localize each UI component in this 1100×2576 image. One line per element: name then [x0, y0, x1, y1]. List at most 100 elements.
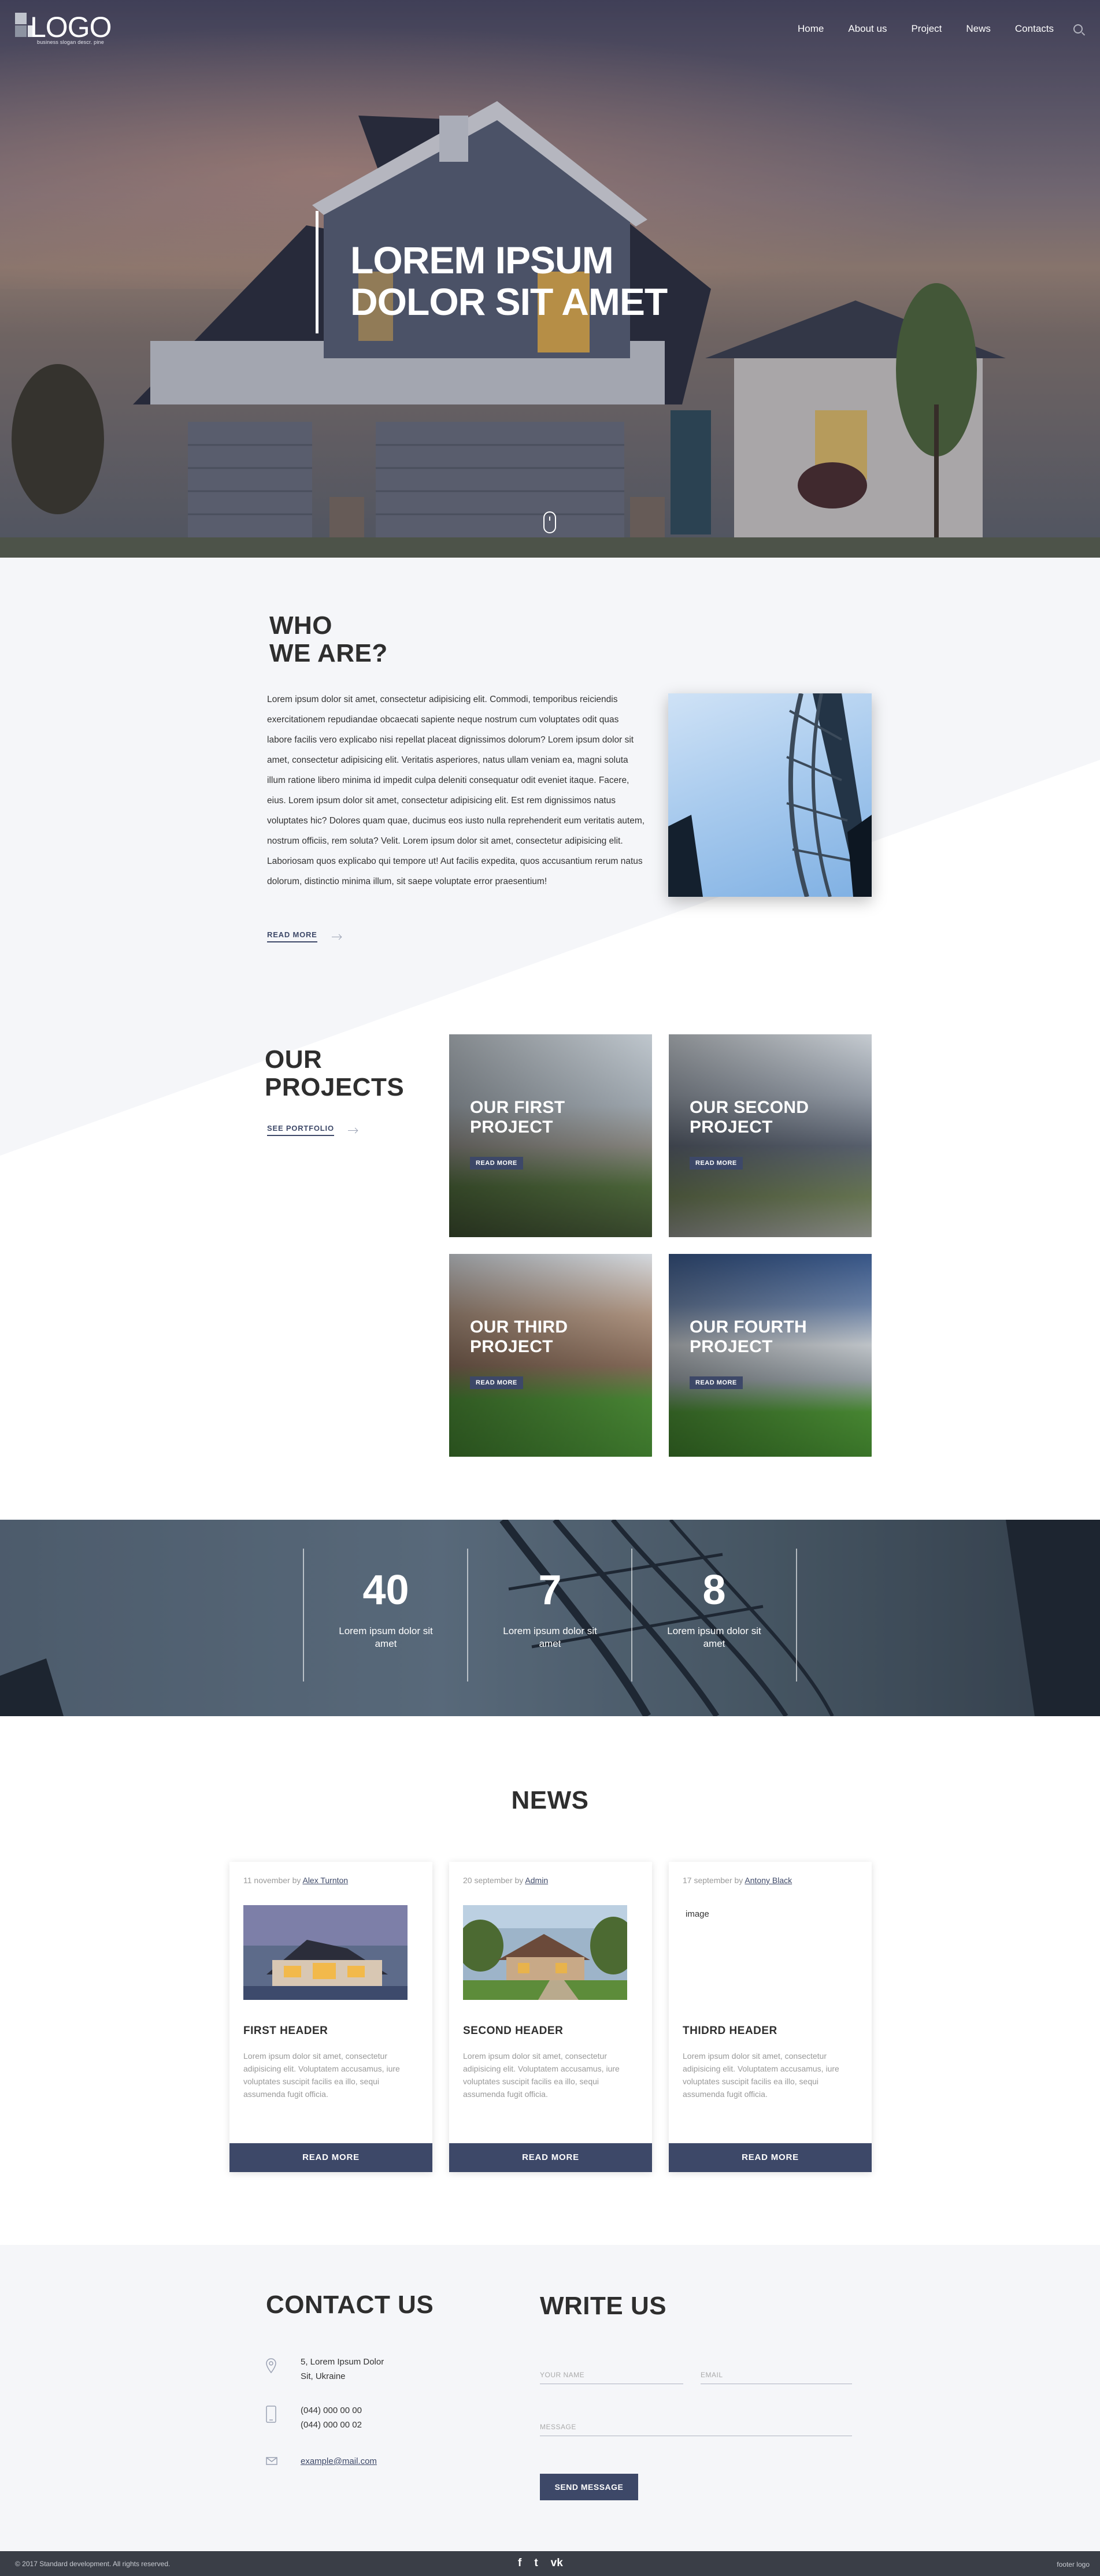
news-header: FIRST HEADER — [243, 2025, 328, 2037]
contact-title: CONTACT US — [266, 2291, 434, 2319]
see-portfolio-link[interactable]: SEE PORTFOLIO — [267, 1124, 334, 1136]
news-image-alt-text: image — [686, 1909, 709, 1919]
write-us-title: WRITE US — [540, 2292, 667, 2320]
contact-email: example@mail.com — [301, 2454, 377, 2469]
nav-about-us[interactable]: About us — [848, 23, 887, 35]
hero-section: LOGO business slogan descr. pine Home Ab… — [0, 0, 1100, 558]
copyright-text: © 2017 Standard development. All rights … — [15, 2560, 171, 2568]
search-icon[interactable] — [1073, 24, 1083, 34]
about-read-more-link[interactable]: READ MORE — [267, 930, 317, 942]
house-day-image — [463, 1905, 627, 2000]
project-read-more-button[interactable]: READ MORE — [470, 1157, 523, 1170]
footer-logo[interactable]: footer logo — [1057, 2560, 1090, 2568]
project-read-more-button[interactable]: READ MORE — [690, 1157, 743, 1170]
scroll-mouse-icon[interactable] — [543, 511, 556, 533]
phone-icon — [266, 2406, 276, 2423]
send-message-button[interactable]: SEND MESSAGE — [540, 2474, 638, 2500]
nav-home[interactable]: Home — [798, 23, 824, 35]
location-pin-icon — [266, 2358, 276, 2373]
about-section: WHO WE ARE? Lorem ipsum dolor sit amet, … — [0, 558, 1100, 1520]
projects-title-line: OUR — [265, 1045, 323, 1074]
building-glass-image — [668, 693, 872, 897]
news-image[interactable] — [463, 1905, 627, 2000]
projects-grid: OUR FIRST PROJECT READ MORE OUR SECOND PRO… — [449, 1034, 872, 1457]
project-title-line: OUR SECOND — [690, 1098, 809, 1117]
project-title-line: OUR FIRST — [470, 1098, 565, 1117]
about-title-line: WE ARE? — [269, 639, 388, 667]
stat-label: Lorem ipsum dolor sit amet — [339, 1625, 433, 1649]
news-text: Lorem ipsum dolor sit amet, consectetur … — [683, 2051, 839, 2099]
about-image — [668, 693, 872, 897]
facebook-icon[interactable]: f — [518, 2557, 521, 2570]
projects-title-line: PROJECTS — [265, 1073, 405, 1101]
about-title: WHO WE ARE? — [269, 612, 388, 667]
mail-icon — [266, 2457, 277, 2465]
news-read-more-button[interactable]: READ MORE — [229, 2143, 432, 2172]
about-text: Lorem ipsum dolor sit amet, consectetur … — [267, 695, 645, 886]
logo[interactable]: LOGO business slogan descr. pine — [15, 11, 119, 47]
hero-accent-line — [316, 211, 318, 333]
email-field[interactable]: EMAIL — [701, 2371, 852, 2384]
hero-title-line: LOREM IPSUM — [350, 239, 614, 281]
stat-value: 8 — [702, 1567, 726, 1613]
project-title: OUR FIRST PROJECT — [470, 1098, 565, 1137]
email-link[interactable]: example@mail.com — [301, 2456, 377, 2466]
message-field[interactable]: MESSAGE — [540, 2423, 852, 2436]
project-card[interactable]: OUR FIRST PROJECT READ MORE — [449, 1034, 652, 1237]
news-meta: 17 september by Antony Black — [683, 1876, 792, 1885]
footer: © 2017 Standard development. All rights … — [0, 2551, 1100, 2576]
name-field[interactable]: YOUR NAME — [540, 2371, 683, 2384]
stat-divider — [796, 1549, 797, 1682]
project-title: OUR FOURTH PROJECT — [690, 1317, 807, 1357]
news-text: Lorem ipsum dolor sit amet, consectetur … — [463, 2051, 620, 2099]
news-date: 11 november by — [243, 1876, 301, 1885]
news-date: 17 september by — [683, 1876, 743, 1885]
house-night-image — [243, 1905, 408, 2000]
news-image[interactable] — [243, 1905, 408, 2000]
social-links: f t vk — [518, 2557, 563, 2570]
nav-project[interactable]: Project — [911, 23, 942, 35]
project-title-line: OUR FOURTH — [690, 1317, 807, 1337]
news-date: 20 september by — [463, 1876, 524, 1885]
project-read-more-button[interactable]: READ MORE — [470, 1376, 523, 1389]
news-read-more-button[interactable]: READ MORE — [449, 2143, 652, 2172]
news-author-link[interactable]: Alex Turnton — [302, 1876, 348, 1885]
main-nav: Home About us Project News Contacts — [773, 23, 1083, 35]
project-title-line: PROJECT — [690, 1118, 773, 1137]
logo-mark — [15, 13, 27, 24]
logo-tagline: business slogan descr. pine — [37, 39, 104, 45]
nav-news[interactable]: News — [966, 23, 991, 35]
news-header: THIDRD HEADER — [683, 2025, 777, 2037]
news-card: 17 september by Antony Black image THIDR… — [669, 1862, 872, 2172]
news-author-link[interactable]: Admin — [525, 1876, 548, 1885]
twitter-icon[interactable]: t — [534, 2557, 538, 2570]
projects-title: OUR PROJECTS — [265, 1046, 404, 1101]
project-title: OUR SECOND PROJECT — [690, 1098, 809, 1137]
project-card[interactable]: OUR FOURTH PROJECT READ MORE — [669, 1254, 872, 1457]
project-title-line: OUR THIRD — [470, 1317, 568, 1337]
news-header: SECOND HEADER — [463, 2025, 564, 2037]
project-card[interactable]: OUR THIRD PROJECT READ MORE — [449, 1254, 652, 1457]
address-line: Sit, Ukraine — [301, 2371, 346, 2381]
hero-title-line: DOLOR SIT AMET — [350, 280, 668, 323]
nav-contacts[interactable]: Contacts — [1015, 23, 1054, 35]
contact-phones: (044) 000 00 00 (044) 000 00 02 — [301, 2403, 362, 2432]
project-card[interactable]: OUR SECOND PROJECT READ MORE — [669, 1034, 872, 1237]
stat-item: 8 Lorem ipsum dolor sit amet — [631, 1549, 796, 1682]
stat-value: 7 — [538, 1567, 562, 1613]
news-meta: 11 november by Alex Turnton — [243, 1876, 348, 1885]
stat-label: Lorem ipsum dolor sit amet — [667, 1625, 761, 1649]
stat-item: 40 Lorem ipsum dolor sit amet — [303, 1549, 468, 1682]
arrow-right-icon — [348, 1130, 357, 1131]
stat-label: Lorem ipsum dolor sit amet — [503, 1625, 597, 1649]
news-card: 20 september by Admin SECOND HEADER Lore… — [449, 1862, 652, 2172]
contact-address: 5, Lorem Ipsum Dolor Sit, Ukraine — [301, 2355, 384, 2384]
project-title-line: PROJECT — [470, 1118, 553, 1137]
address-line: 5, Lorem Ipsum Dolor — [301, 2357, 384, 2367]
news-card: 11 november by Alex Turnton FIRST HEADER… — [229, 1862, 432, 2172]
project-read-more-button[interactable]: READ MORE — [690, 1376, 743, 1389]
news-read-more-button[interactable]: READ MORE — [669, 2143, 872, 2172]
vk-icon[interactable]: vk — [551, 2557, 563, 2570]
news-meta: 20 september by Admin — [463, 1876, 548, 1885]
news-author-link[interactable]: Antony Black — [745, 1876, 792, 1885]
